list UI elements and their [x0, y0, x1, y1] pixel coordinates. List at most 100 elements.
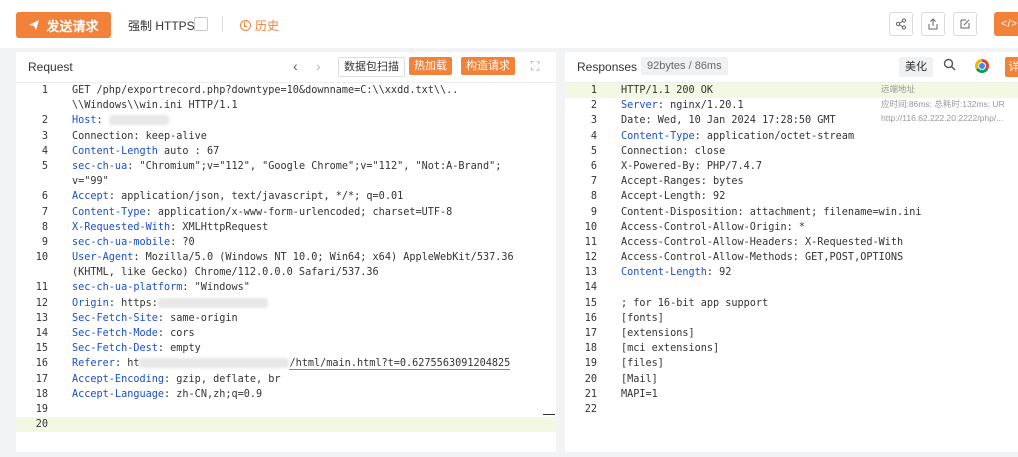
code-line: 19 [files]	[565, 356, 1018, 371]
line-number: 20	[35, 419, 48, 431]
chevron-right-icon[interactable]: ›	[316, 58, 321, 74]
hot-load-button[interactable]: 热加载	[409, 57, 452, 75]
code-line: 16 Referer: ht/html/main.html?t=0.6275563…	[16, 356, 556, 371]
line-text: Access-Control-Allow-Origin: *	[621, 220, 805, 235]
packet-scan-button[interactable]: 数据包扫描	[338, 57, 405, 77]
line-number: 6	[41, 191, 48, 203]
line-text: X-Powered-By: PHP/7.4.7	[621, 159, 762, 174]
header-key: Host	[72, 115, 97, 127]
code-line: 7 Content-Type: application/x-www-form-ur…	[16, 205, 556, 220]
header-key: Sec-Fetch-Mode	[72, 328, 158, 339]
redacted-block	[108, 115, 169, 126]
header-value: : same-origin	[157, 312, 238, 324]
line-number: 12	[35, 297, 48, 309]
line-text: [Mail]	[621, 372, 658, 387]
code-icon: </>	[1001, 18, 1017, 30]
expand-icon[interactable]: ⛶	[531, 59, 539, 74]
header-value: Access-Control-Allow-Headers: X-Requeste…	[621, 236, 904, 248]
construct-request-button[interactable]: 构造请求	[461, 57, 515, 75]
header-value: : https:	[108, 297, 158, 309]
line-text: Connection: close	[621, 144, 725, 159]
line-text: Accept-Length: 92	[621, 189, 725, 204]
header-key: Content-Type	[72, 206, 146, 218]
code-line: 3 Connection: keep-alive	[16, 129, 556, 144]
export-icon[interactable]	[921, 12, 945, 36]
line-number: 17	[584, 328, 597, 339]
search-icon[interactable]	[943, 58, 956, 76]
line-number: 20	[584, 373, 597, 385]
header-value: [Mail]	[621, 373, 658, 385]
header-key: X-Requested-With	[72, 221, 171, 233]
header-value: GET /php/exportrecord.php?downtype=10&do…	[72, 85, 459, 96]
line-number: 7	[590, 176, 597, 188]
line-number: 22	[584, 403, 597, 415]
code-line: 22	[565, 402, 1018, 417]
header-key: Server	[621, 100, 658, 112]
header-value: : application/x-www-form-urlencoded; cha…	[145, 206, 453, 218]
code-line: 18 Accept-Language: zh-CN,zh;q=0.9	[16, 387, 556, 402]
code-line: 12 Access-Control-Allow-Methods: GET,POST…	[565, 250, 1018, 265]
chrome-icon[interactable]	[975, 59, 989, 73]
line-number: 18	[584, 343, 597, 355]
line-text: Access-Control-Allow-Headers: X-Requeste…	[621, 235, 903, 250]
request-header: Request ‹ › 数据包扫描 热加载 构造请求 ⛶	[16, 52, 556, 83]
line-number: 5	[590, 145, 597, 157]
line-number: 14	[35, 328, 48, 339]
code-line: 4 Content-Type: application/octet-stream	[565, 129, 1018, 144]
line-text: [fonts]	[621, 311, 664, 326]
line-number: 10	[584, 221, 597, 233]
code-line: 11 sec-ch-ua-platform: "Windows"	[16, 280, 556, 295]
response-viewer[interactable]: 1 HTTP/1.1 200 OK 2 Server: nginx/1.20.1 3 Da…	[565, 83, 1018, 417]
header-value: : gzip, deflate, br	[164, 373, 281, 385]
line-text: Accept-Ranges: bytes	[621, 174, 744, 189]
header-value: Date: Wed, 10 Jan 2024 17:28:50 GMT	[621, 115, 836, 127]
header-value: : cors	[157, 328, 195, 339]
header-key: sec-ch-ua	[72, 160, 128, 172]
header-value: :	[96, 115, 109, 127]
line-text: [files]	[621, 356, 664, 371]
line-text: Accept-Language: zh-CN,zh;q=0.9	[72, 387, 262, 402]
detail-button[interactable]: 详	[1005, 57, 1018, 77]
line-text: Date: Wed, 10 Jan 2024 17:28:50 GMT	[621, 113, 836, 128]
header-value: Connection: close	[621, 145, 726, 157]
header-value: : application/json, text/javascript, */*…	[108, 191, 404, 203]
code-view-button[interactable]: </>	[994, 12, 1018, 36]
history-button[interactable]: 历史	[240, 17, 279, 34]
header-value: Connection: keep-alive	[72, 130, 207, 142]
line-text: Content-Length: 92	[621, 265, 731, 280]
header-value: : "Windows"	[182, 282, 250, 294]
request-url: http://116.62.222.20:2222/php/...	[881, 113, 1004, 123]
code-line: 9 Content-Disposition: attachment; filena…	[565, 205, 1018, 220]
beautify-button[interactable]: 美化	[899, 57, 933, 77]
code-line: 15 ; for 16-bit app support	[565, 296, 1018, 311]
header-key: Origin	[72, 297, 109, 309]
edit-icon[interactable]	[953, 12, 977, 36]
line-text: Server: nginx/1.20.1	[621, 98, 744, 113]
code-line-continuation: v="99"	[16, 174, 556, 189]
share-icon[interactable]	[889, 12, 913, 36]
chevron-left-icon[interactable]: ‹	[293, 58, 298, 74]
line-text: \\Windows\\win.ini HTTP/1.1	[72, 100, 238, 112]
response-header: Responses 92bytes / 86ms 美化 详	[565, 52, 1018, 83]
line-number: 2	[41, 115, 48, 127]
force-https-label: 强制 HTTPS	[128, 19, 195, 33]
header-key: sec-ch-ua-platform	[72, 282, 183, 294]
code-line: 14 Sec-Fetch-Mode: cors	[16, 326, 556, 341]
force-https-checkbox[interactable]	[194, 17, 208, 31]
line-number: 6	[590, 160, 597, 172]
header-value: ; for 16-bit app support	[621, 297, 769, 309]
send-request-label: 发送请求	[46, 18, 99, 34]
line-text: Content-Disposition: attachment; filenam…	[621, 205, 922, 220]
send-request-button[interactable]: 发送请求	[16, 12, 111, 38]
line-number: 8	[41, 221, 48, 233]
header-key: User-Agent	[72, 252, 134, 264]
response-size-badge: 92bytes / 86ms	[641, 57, 728, 75]
request-editor[interactable]: 1 GET /php/exportrecord.php?downtype=10&d…	[16, 83, 556, 433]
line-number: 21	[584, 388, 597, 400]
line-number: 14	[584, 282, 597, 294]
line-text: Referer: ht/html/main.html?t=0.627556309…	[72, 356, 511, 371]
line-text: Accept-Encoding: gzip, deflate, br	[72, 372, 281, 387]
line-number: 5	[41, 160, 48, 172]
code-line: 20 [Mail]	[565, 372, 1018, 387]
line-number: 1	[590, 85, 597, 96]
